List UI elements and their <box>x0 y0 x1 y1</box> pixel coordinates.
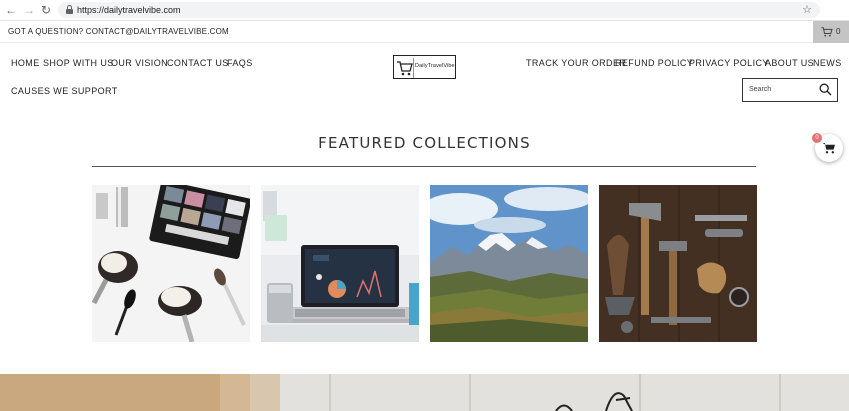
mountain-image <box>430 185 588 342</box>
search-input[interactable]: Search <box>742 78 838 102</box>
nav-our-vision[interactable]: OUR VISION <box>111 58 168 68</box>
cart-icon <box>822 143 835 154</box>
cart-count: 0 <box>836 27 841 36</box>
search-icon[interactable] <box>819 83 832 96</box>
announcement-text: GOT A QUESTION? CONTACT@DAILYTRAVELVIBE.… <box>8 27 229 36</box>
reload-icon[interactable]: ↻ <box>39 3 53 17</box>
nav-causes-we-support[interactable]: CAUSES WE SUPPORT <box>11 86 118 96</box>
nav-faqs[interactable]: FAQS <box>227 58 253 68</box>
nav-track-your-order[interactable]: TRACK YOUR ORDER <box>526 58 626 68</box>
collection-tile-travel[interactable] <box>430 185 588 342</box>
collection-tile-makeup[interactable] <box>92 185 250 342</box>
lock-icon <box>66 5 73 14</box>
arrow-right-icon[interactable]: → <box>22 3 36 17</box>
announcement-bar: GOT A QUESTION? CONTACT@DAILYTRAVELVIBE.… <box>0 21 849 43</box>
search-placeholder: Search <box>749 86 772 93</box>
collection-tile-tools[interactable] <box>599 185 757 342</box>
arrow-left-icon[interactable]: ← <box>4 3 18 17</box>
tools-image <box>599 185 757 342</box>
browser-toolbar: ← → ↻ https://dailytravelvibe.com ☆ <box>0 0 849 21</box>
nav-home[interactable]: HOME <box>11 58 40 68</box>
featured-collections-title: FEATURED COLLECTIONS <box>318 134 531 152</box>
nav-shop-with-us[interactable]: SHOP WITH US <box>43 58 114 68</box>
hero-banner-image <box>0 374 849 411</box>
collection-tile-electronics[interactable] <box>261 185 419 342</box>
cart-logo-icon <box>397 58 414 78</box>
star-icon[interactable]: ☆ <box>802 2 812 18</box>
nav-about-us[interactable]: ABOUT US <box>765 58 814 68</box>
floating-cart-count: 0 <box>812 133 822 143</box>
cart-icon <box>821 27 833 37</box>
makeup-image <box>92 185 250 342</box>
logo-text: DailyTravelVibe <box>415 63 455 69</box>
nav-news[interactable]: NEWS <box>813 58 842 68</box>
header-cart-button[interactable]: 0 <box>813 21 849 43</box>
nav-contact-us[interactable]: CONTACT US <box>167 58 229 68</box>
nav-privacy-policy[interactable]: PRIVACY POLICY <box>689 58 769 68</box>
section-divider <box>92 166 756 167</box>
url-text[interactable]: https://dailytravelvibe.com <box>77 4 181 16</box>
address-bar[interactable]: https://dailytravelvibe.com ☆ <box>58 2 820 18</box>
site-logo[interactable]: DailyTravelVibe <box>393 55 456 79</box>
nav-refund-policy[interactable]: REFUND POLICY <box>615 58 693 68</box>
laptop-image <box>261 185 419 342</box>
